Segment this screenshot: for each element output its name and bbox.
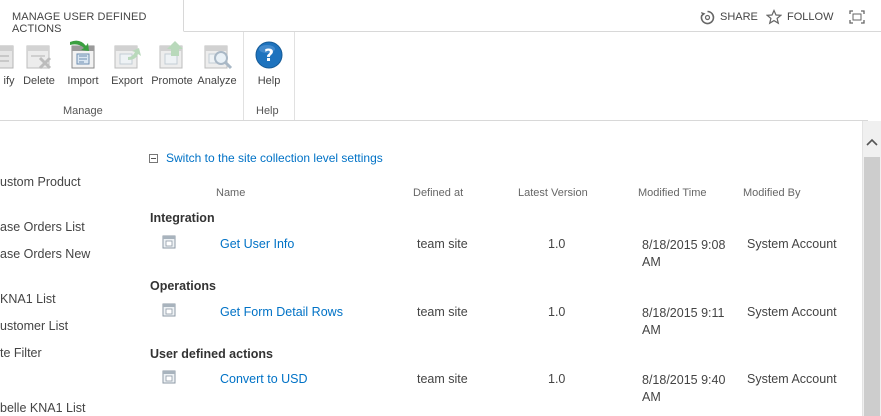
action-link-get-user-info[interactable]: Get User Info: [220, 237, 294, 251]
column-header-modified-time[interactable]: Modified Time: [638, 187, 706, 199]
tab-manage-user-defined-actions[interactable]: MANAGE USER DEFINED ACTIONS: [0, 0, 184, 35]
cell-modified-time: 8/18/2015 9:11 AM: [642, 306, 725, 337]
action-icon: [162, 370, 176, 384]
column-header-modified-by[interactable]: Modified By: [743, 187, 800, 199]
cell-defined-at: team site: [417, 237, 468, 251]
nav-item[interactable]: ase Orders List: [0, 220, 85, 234]
switch-to-site-collection-link[interactable]: Switch to the site collection level sett…: [149, 151, 383, 165]
chevron-up-icon: [865, 138, 878, 146]
group-label-manage: Manage: [63, 105, 103, 117]
action-link-convert-to-usd[interactable]: Convert to USD: [220, 372, 308, 386]
help-icon: ?: [252, 38, 286, 72]
section-heading: User defined actions: [150, 347, 273, 361]
import-button[interactable]: Import: [59, 38, 107, 87]
left-navigation: ustom Product ase Orders List ase Orders…: [0, 121, 140, 416]
collapse-icon: [149, 153, 158, 163]
follow-label: FOLLOW: [787, 11, 834, 23]
cell-version: 1.0: [548, 305, 566, 319]
nav-item[interactable]: te Filter: [0, 346, 42, 360]
cell-modified-by: System Account: [747, 305, 837, 319]
export-button[interactable]: Export: [103, 38, 151, 87]
cell-modified-by: System Account: [747, 237, 837, 251]
promote-icon: [155, 38, 189, 72]
switch-link-text: Switch to the site collection level sett…: [166, 151, 383, 165]
star-icon: [766, 9, 782, 25]
scroll-up-button[interactable]: [862, 130, 881, 154]
ribbon: ify Delete Import Export Promote Analyze…: [0, 32, 868, 121]
cell-version: 1.0: [548, 237, 566, 251]
column-header-latest-version[interactable]: Latest Version: [518, 187, 588, 199]
svg-text:?: ?: [264, 46, 274, 66]
nav-item[interactable]: KNA1 List: [0, 292, 56, 306]
section-heading: Operations: [150, 279, 216, 293]
follow-button[interactable]: FOLLOW: [766, 9, 833, 25]
nav-item[interactable]: ase Orders New: [0, 247, 90, 261]
analyze-button[interactable]: Analyze: [193, 38, 241, 87]
nav-item[interactable]: ustomer List: [0, 319, 68, 333]
cell-modified-time: 8/18/2015 9:08 AM: [642, 238, 726, 269]
cell-defined-at: team site: [417, 372, 468, 386]
column-header-defined-at[interactable]: Defined at: [413, 187, 463, 199]
import-icon: [66, 38, 100, 72]
nav-item[interactable]: belle KNA1 List: [0, 401, 85, 415]
ribbon-group-separator: [294, 32, 295, 120]
cell-modified-by: System Account: [747, 372, 837, 386]
fullscreen-icon: [849, 10, 865, 24]
cell-defined-at: team site: [417, 305, 468, 319]
column-header-name[interactable]: Name: [216, 187, 245, 199]
analyze-icon: [200, 38, 234, 72]
share-label: SHARE: [720, 11, 758, 23]
cell-version: 1.0: [548, 372, 566, 386]
cell-modified-time: 8/18/2015 9:40 AM: [642, 373, 726, 404]
action-icon: [162, 235, 176, 249]
top-bar: MANAGE USER DEFINED ACTIONS SHARE FOLLOW: [0, 0, 881, 35]
share-icon: [700, 10, 715, 24]
focus-on-content-button[interactable]: [849, 9, 870, 25]
section-heading: Integration: [150, 211, 215, 225]
delete-icon: [22, 38, 56, 72]
ribbon-group-separator: [243, 32, 244, 120]
action-link-get-form-detail-rows[interactable]: Get Form Detail Rows: [220, 305, 343, 319]
export-icon: [110, 38, 144, 72]
promote-button[interactable]: Promote: [148, 38, 196, 87]
action-icon: [162, 303, 176, 317]
nav-item[interactable]: ustom Product: [0, 175, 81, 189]
scrollbar-thumb[interactable]: [864, 157, 880, 416]
delete-button[interactable]: Delete: [15, 38, 63, 87]
help-button[interactable]: ? Help: [245, 38, 293, 87]
share-button[interactable]: SHARE: [700, 9, 758, 25]
group-label-help: Help: [256, 105, 279, 117]
